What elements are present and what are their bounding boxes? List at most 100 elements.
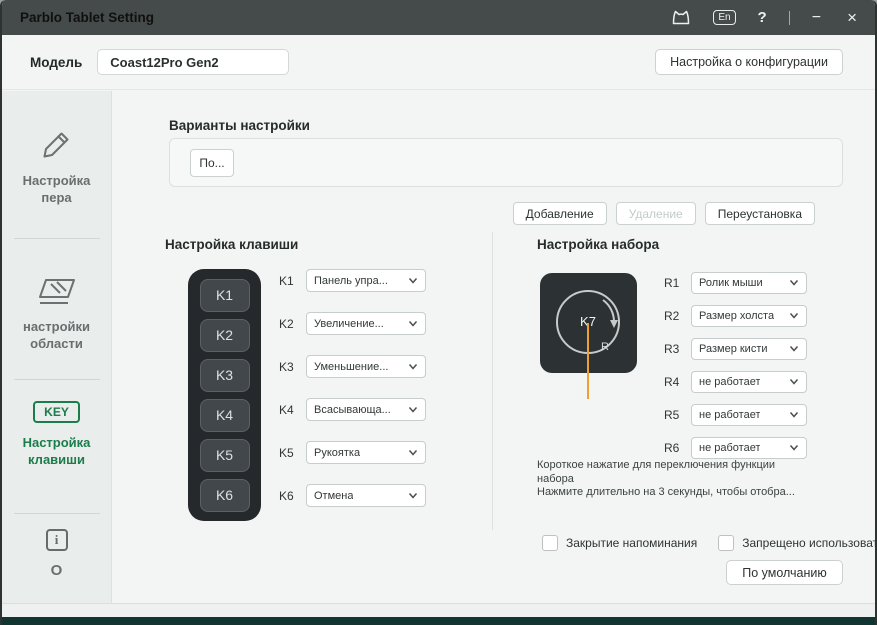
footer-strip [2, 603, 875, 617]
profiles-panel: По... [169, 138, 843, 187]
model-value-box[interactable]: Coast12Pro Gen2 [97, 49, 289, 75]
area-icon [37, 277, 77, 307]
dial-row: R5 не работает [664, 403, 807, 426]
chevron-down-icon [408, 492, 418, 499]
dial-label: R1 [664, 276, 682, 290]
sidebar-item-area-settings[interactable]: настройки области [2, 239, 111, 379]
keys-section-title: Настройка клавиши [165, 237, 298, 252]
key-label: K1 [279, 274, 297, 288]
chevron-down-icon [408, 320, 418, 327]
key-function-select[interactable]: Уменьшение... [306, 355, 426, 378]
disable-use-checkbox[interactable] [718, 535, 734, 551]
dial-function-select[interactable]: не работает [691, 371, 807, 393]
sidebar-item-about[interactable]: i О [2, 514, 111, 603]
key-label: K3 [279, 360, 297, 374]
chevron-down-icon [408, 363, 418, 370]
dial-mode-label: R [601, 341, 609, 353]
chevron-down-icon [789, 411, 799, 418]
model-label: Модель [30, 55, 82, 70]
profiles-section-title: Варианты настройки [169, 118, 310, 133]
sidebar-item-pen-settings[interactable]: Настройка пера [2, 91, 111, 238]
chevron-down-icon [408, 449, 418, 456]
key-function-select[interactable]: Увеличение... [306, 312, 426, 335]
dial-row: R6 не работает [664, 436, 807, 459]
reset-profile-button[interactable]: Переустановка [705, 202, 815, 225]
dial-label: R4 [664, 375, 682, 389]
dial-arrow-icon [610, 320, 618, 328]
key-function-rows: K1 Панель упра... K2 Увеличение... K3 [279, 269, 426, 507]
sidebar-item-label: О [43, 562, 71, 579]
default-button[interactable]: По умолчанию [726, 560, 843, 585]
tablet-keys-graphic: K1 K2 K3 K4 K5 K6 [188, 269, 261, 521]
header: Модель Coast12Pro Gen2 Настройка о конфи… [2, 35, 875, 90]
dial-row: R3 Размер кисти [664, 337, 807, 360]
close-reminder-checkbox[interactable] [542, 535, 558, 551]
dial-hints: Короткое нажатие для переключения функци… [537, 459, 837, 500]
titlebar-divider [789, 11, 790, 25]
key-function-select[interactable]: Всасывающа... [306, 398, 426, 421]
footer-checkboxes: Закрытие напоминания Запрещено использов… [542, 535, 877, 551]
content: Настройка пера настройки области KEY Нас… [2, 91, 875, 603]
app-window: Parblo Tablet Setting En ? − × Модель Co… [0, 0, 877, 625]
dial-label: R6 [664, 441, 682, 455]
dial-section-title: Настройка набора [537, 237, 659, 252]
profile-button[interactable]: По... [190, 149, 234, 177]
chevron-down-icon [789, 444, 799, 451]
dial-pointer-line [587, 323, 589, 399]
chevron-down-icon [789, 378, 799, 385]
disable-use-label: Запрещено использовать [742, 536, 877, 550]
dial-hint-short-press: Короткое нажатие для переключения функци… [537, 459, 789, 486]
dial-function-select[interactable]: Размер холста [691, 305, 807, 327]
key-row: K4 Всасывающа... [279, 398, 426, 421]
bottom-bar [2, 617, 875, 625]
add-profile-button[interactable]: Добавление [513, 202, 607, 225]
key-k2-graphic: K2 [200, 319, 250, 352]
dial-function-select[interactable]: не работает [691, 437, 807, 459]
dial-row: R2 Размер холста [664, 304, 807, 327]
chevron-down-icon [408, 277, 418, 284]
key-function-select[interactable]: Панель упра... [306, 269, 426, 292]
minimize-button[interactable]: − [812, 9, 821, 27]
dial-row: R4 не работает [664, 370, 807, 393]
key-k5-graphic: K5 [200, 439, 250, 472]
chevron-down-icon [789, 279, 799, 286]
key-k1-graphic: K1 [200, 279, 250, 312]
titlebar: Parblo Tablet Setting En ? − × [2, 0, 875, 35]
main-panel: Варианты настройки По... Добавление Удал… [112, 91, 875, 603]
close-reminder-label: Закрытие напоминания [566, 536, 697, 550]
config-button[interactable]: Настройка о конфигурации [655, 49, 843, 75]
dial-function-select[interactable]: Ролик мыши [691, 272, 807, 294]
dial-label: R2 [664, 309, 682, 323]
key-label: K5 [279, 446, 297, 460]
info-icon: i [46, 529, 68, 551]
dial-label: R3 [664, 342, 682, 356]
key-k4-graphic: K4 [200, 399, 250, 432]
sidebar-item-key-settings[interactable]: KEY Настройка клавиши [2, 380, 111, 513]
key-function-select[interactable]: Отмена [306, 484, 426, 507]
chevron-down-icon [789, 312, 799, 319]
sidebar-item-label: настройки области [2, 318, 111, 352]
help-icon[interactable]: ? [758, 9, 767, 26]
profile-actions: Добавление Удаление Переустановка [513, 202, 815, 225]
key-row: K5 Рукоятка [279, 441, 426, 464]
pen-icon [40, 127, 74, 161]
sidebar-item-label: Настройка клавиши [2, 434, 111, 468]
key-row: K2 Увеличение... [279, 312, 426, 335]
model-value: Coast12Pro Gen2 [110, 55, 218, 70]
key-row: K6 Отмена [279, 484, 426, 507]
key-label: K2 [279, 317, 297, 331]
key-function-select[interactable]: Рукоятка [306, 441, 426, 464]
dial-function-select[interactable]: не работает [691, 404, 807, 426]
key-row: K3 Уменьшение... [279, 355, 426, 378]
column-divider [492, 232, 493, 530]
cat-logo-icon[interactable] [671, 10, 691, 25]
dial-function-select[interactable]: Размер кисти [691, 338, 807, 360]
close-button[interactable]: × [847, 8, 857, 28]
chevron-down-icon [408, 406, 418, 413]
delete-profile-button[interactable]: Удаление [616, 202, 696, 225]
dial-label: R5 [664, 408, 682, 422]
dial-hint-long-press: Нажмите длительно на 3 секунды, чтобы от… [537, 486, 837, 500]
sidebar: Настройка пера настройки области KEY Нас… [2, 91, 112, 603]
chevron-down-icon [789, 345, 799, 352]
language-icon[interactable]: En [713, 10, 735, 25]
